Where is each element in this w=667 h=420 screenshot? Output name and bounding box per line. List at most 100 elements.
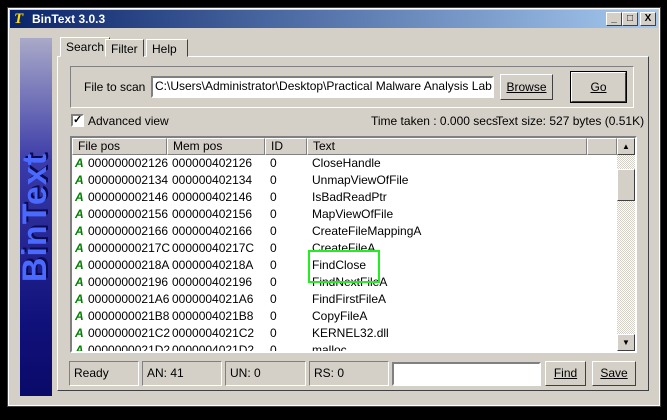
ansi-marker-icon: A — [75, 326, 84, 340]
advanced-view-checkbox[interactable]: ✓ — [71, 114, 84, 127]
vertical-scrollbar[interactable]: ▲ ▼ — [617, 138, 635, 351]
column-header-empty — [587, 138, 617, 155]
browse-button[interactable]: Browse — [500, 74, 553, 100]
strings-list[interactable]: File pos Mem pos ID Text A 000000002126 00… — [70, 136, 637, 353]
ansi-marker-icon: A — [75, 224, 84, 238]
mem-pos-cell: 000000402156 — [172, 207, 253, 221]
file-pos-cell: 000000002134 — [88, 173, 169, 187]
tab-search[interactable]: Search — [60, 37, 111, 57]
app-logo-icon: T — [14, 11, 24, 27]
ansi-marker-icon: A — [75, 258, 84, 272]
table-row[interactable]: A 000000002134 000000402134 0 UnmapViewOfFil… — [72, 172, 617, 189]
mem-pos-cell: 0000004021D2 — [172, 343, 255, 353]
status-un-count: UN: 0 — [225, 361, 306, 386]
ansi-marker-icon: A — [75, 309, 84, 323]
mem-pos-cell: 000000402166 — [172, 224, 253, 238]
file-pos-cell: 000000002126 — [88, 156, 169, 170]
ansi-marker-icon: A — [75, 156, 84, 170]
id-cell: 0 — [270, 224, 277, 238]
ansi-marker-icon: A — [75, 190, 84, 204]
file-pos-cell: 000000002156 — [88, 207, 169, 221]
minimize-button[interactable]: _ — [606, 12, 622, 26]
ansi-marker-icon: A — [75, 207, 84, 221]
column-header-file-pos[interactable]: File pos — [72, 138, 167, 155]
table-row[interactable]: A 0000000021D2 0000004021D2 0 malloc — [72, 342, 617, 353]
tab-filter[interactable]: Filter — [105, 39, 144, 57]
table-row[interactable]: A 0000000021A6 0000004021A6 0 FindFirstFileA — [72, 291, 617, 308]
file-pos-cell: 0000000021C2 — [88, 326, 171, 340]
text-size: Text size: 527 bytes (0.51K) — [496, 114, 645, 128]
file-pos-cell: 00000000217C — [88, 241, 171, 255]
time-taken: Time taken : 0.000 secs — [371, 114, 498, 128]
file-pos-cell: 000000002146 — [88, 190, 169, 204]
status-ready: Ready — [69, 361, 139, 386]
save-button[interactable]: Save — [592, 361, 636, 386]
id-cell: 0 — [270, 292, 277, 306]
text-cell: malloc — [312, 343, 347, 353]
tab-help[interactable]: Help — [146, 39, 188, 57]
ansi-marker-icon: A — [75, 292, 84, 306]
mem-pos-cell: 0000004021B8 — [172, 309, 254, 323]
advanced-view-label: Advanced view — [88, 114, 169, 128]
file-pos-cell: 000000002196 — [88, 275, 169, 289]
mem-pos-cell: 00000040218A — [172, 258, 254, 272]
file-path-input[interactable]: C:\Users\Administrator\Desktop\Practical… — [151, 76, 494, 98]
id-cell: 0 — [270, 326, 277, 340]
table-row[interactable]: A 000000002146 000000402146 0 IsBadReadPtr — [72, 189, 617, 206]
file-pos-cell: 000000002166 — [88, 224, 169, 238]
title-bar: BinText 3.0.3 — [10, 10, 658, 28]
column-header-text[interactable]: Text — [307, 138, 587, 155]
table-row[interactable]: A 0000000021B8 0000004021B8 0 CopyFileA — [72, 308, 617, 325]
ansi-marker-icon: A — [75, 343, 84, 353]
scroll-down-button[interactable]: ▼ — [617, 334, 635, 351]
mem-pos-cell: 00000040217C — [172, 241, 255, 255]
id-cell: 0 — [270, 207, 277, 221]
ansi-marker-icon: A — [75, 275, 84, 289]
ansi-marker-icon: A — [75, 173, 84, 187]
highlight-box — [308, 250, 380, 283]
mem-pos-cell: 0000004021C2 — [172, 326, 255, 340]
find-input[interactable] — [392, 362, 541, 386]
text-cell: CreateFileMappingA — [312, 224, 422, 238]
close-button[interactable]: X — [640, 12, 656, 26]
column-header-mem-pos[interactable]: Mem pos — [167, 138, 265, 155]
sidebar-logo: BinText — [16, 152, 55, 282]
id-cell: 0 — [270, 275, 277, 289]
id-cell: 0 — [270, 343, 277, 353]
find-button[interactable]: Find — [545, 361, 586, 386]
id-cell: 0 — [270, 173, 277, 187]
mem-pos-cell: 000000402196 — [172, 275, 253, 289]
text-cell: KERNEL32.dll — [312, 326, 389, 340]
scroll-thumb[interactable] — [617, 169, 635, 201]
column-header-id[interactable]: ID — [265, 138, 307, 155]
file-pos-cell: 00000000218A — [88, 258, 170, 272]
text-cell: CloseHandle — [312, 156, 381, 170]
table-row[interactable]: A 000000002166 000000402166 0 CreateFileMapp… — [72, 223, 617, 240]
status-rs-count: RS: 0 — [309, 361, 389, 386]
ansi-marker-icon: A — [75, 241, 84, 255]
id-cell: 0 — [270, 258, 277, 272]
text-cell: IsBadReadPtr — [312, 190, 387, 204]
mem-pos-cell: 000000402146 — [172, 190, 253, 204]
id-cell: 0 — [270, 190, 277, 204]
table-row[interactable]: A 000000002156 000000402156 0 MapViewOfFile — [72, 206, 617, 223]
file-to-scan-label: File to scan — [84, 80, 146, 94]
table-row[interactable]: A 0000000021C2 0000004021C2 0 KERNEL32.dll — [72, 325, 617, 342]
mem-pos-cell: 0000004021A6 — [172, 292, 254, 306]
file-pos-cell: 0000000021D2 — [88, 343, 171, 353]
scroll-up-button[interactable]: ▲ — [617, 138, 635, 155]
text-cell: UnmapViewOfFile — [312, 173, 409, 187]
id-cell: 0 — [270, 309, 277, 323]
table-row[interactable]: A 000000002126 000000402126 0 CloseHandle — [72, 155, 617, 172]
go-button[interactable]: Go — [570, 71, 627, 103]
maximize-button[interactable]: □ — [622, 12, 638, 26]
file-pos-cell: 0000000021B8 — [88, 309, 170, 323]
text-cell: FindFirstFileA — [312, 292, 387, 306]
status-an-count: AN: 41 — [142, 361, 222, 386]
mem-pos-cell: 000000402126 — [172, 156, 253, 170]
id-cell: 0 — [270, 241, 277, 255]
file-pos-cell: 0000000021A6 — [88, 292, 170, 306]
mem-pos-cell: 000000402134 — [172, 173, 253, 187]
text-cell: CopyFileA — [312, 309, 368, 323]
text-cell: MapViewOfFile — [312, 207, 394, 221]
